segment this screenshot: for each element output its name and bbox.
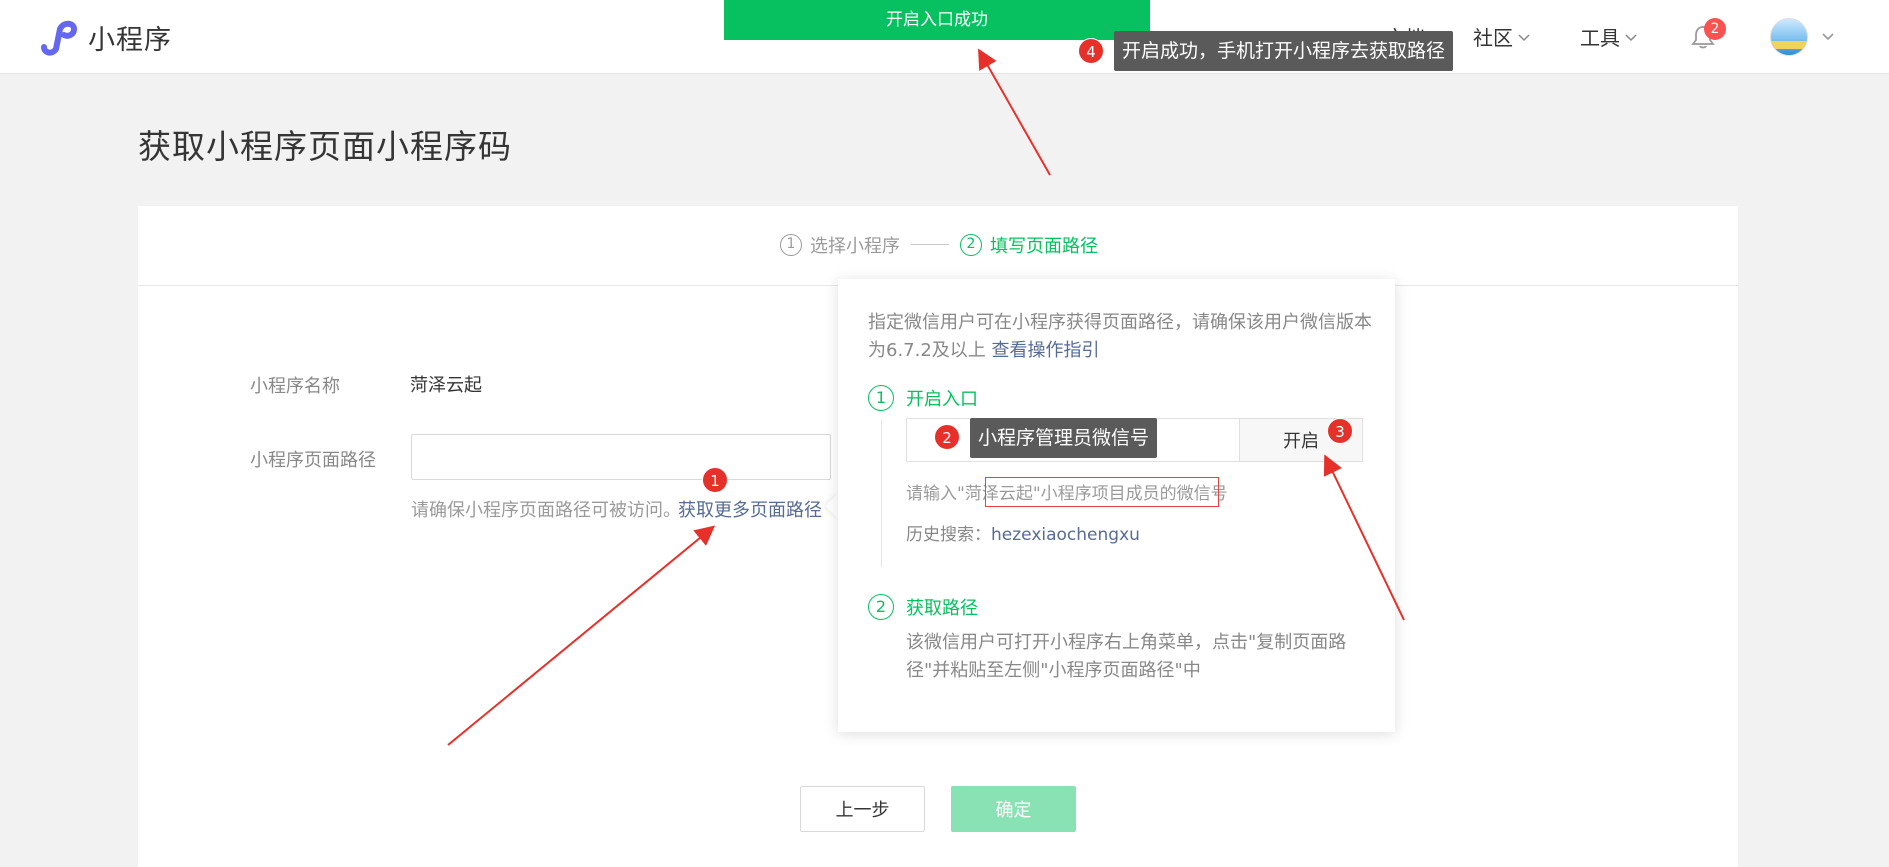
- page-path-label: 小程序页面路径: [250, 450, 376, 471]
- get-path-popover: 指定微信用户可在小程序获得页面路径，请确保该用户微信版本为6.7.2及以上 查看…: [838, 279, 1395, 732]
- page-title: 获取小程序页面小程序码: [138, 127, 512, 166]
- section-number: 2: [868, 594, 894, 620]
- previous-step-button[interactable]: 上一步: [800, 786, 925, 832]
- annotation-badge-4: 4: [1078, 38, 1104, 64]
- nav-community-label: 社区: [1473, 26, 1513, 50]
- get-more-paths-link[interactable]: 获取更多页面路径: [678, 496, 822, 522]
- tooltip-enable-success: 开启成功，手机打开小程序去获取路径: [1114, 31, 1454, 71]
- step-indicator: 1 选择小程序 2 填写页面路径: [138, 206, 1738, 286]
- history-label: 历史搜索：: [906, 525, 991, 545]
- step-select-miniprogram: 1 选择小程序: [780, 232, 900, 258]
- nav-tools-label: 工具: [1580, 26, 1620, 50]
- section-rail: [881, 419, 882, 567]
- annotation-badge-2: 2: [934, 424, 960, 450]
- nav-community[interactable]: 社区: [1473, 22, 1531, 51]
- page-path-input[interactable]: [411, 434, 831, 480]
- highlight-box: [985, 477, 1219, 507]
- step-number: 2: [960, 234, 982, 256]
- popover-description: 指定微信用户可在小程序获得页面路径，请确保该用户微信版本为6.7.2及以上 查看…: [868, 309, 1373, 365]
- section-enable-entry: 1 开启入口: [868, 385, 978, 411]
- confirm-button[interactable]: 确定: [951, 786, 1076, 832]
- logo[interactable]: 小程序: [36, 17, 172, 57]
- step-label: 选择小程序: [810, 236, 900, 257]
- nav-tools[interactable]: 工具: [1580, 22, 1638, 51]
- chevron-down-icon[interactable]: [1820, 28, 1836, 44]
- section-get-path: 2 获取路径: [868, 594, 978, 620]
- success-toast: 开启入口成功: [724, 0, 1150, 40]
- avatar[interactable]: [1770, 18, 1808, 56]
- chevron-down-icon: [1518, 33, 1530, 41]
- step-number: 1: [780, 234, 802, 256]
- history-item[interactable]: hezexiaochengxu: [991, 525, 1140, 545]
- search-history: 历史搜索：hezexiaochengxu: [906, 520, 1140, 545]
- step-fill-path: 2 填写页面路径: [960, 232, 1098, 258]
- annotation-badge-1: 1: [702, 467, 728, 493]
- section-number: 1: [868, 385, 894, 411]
- section-title: 开启入口: [906, 389, 978, 410]
- step-divider: [911, 244, 949, 245]
- page-path-hint: 请确保小程序页面路径可被访问。: [411, 500, 681, 521]
- logo-text: 小程序: [88, 24, 172, 56]
- notification-badge: 2: [1704, 18, 1726, 40]
- get-path-description: 该微信用户可打开小程序右上角菜单，点击"复制页面路径"并粘贴至左侧"小程序页面路…: [906, 632, 1347, 681]
- view-guide-link[interactable]: 查看操作指引: [992, 340, 1100, 361]
- miniprogram-name-label: 小程序名称: [250, 376, 340, 397]
- step-label: 填写页面路径: [990, 236, 1098, 257]
- popover-description-text: 指定微信用户可在小程序获得页面路径，请确保该用户微信版本为6.7.2及以上: [868, 312, 1372, 361]
- miniprogram-logo-icon: [41, 20, 78, 56]
- chevron-down-icon: [1625, 33, 1637, 41]
- miniprogram-name-value: 菏泽云起: [410, 375, 482, 396]
- annotation-badge-3: 3: [1327, 418, 1353, 444]
- tooltip-admin-wechat: 小程序管理员微信号: [970, 418, 1158, 458]
- avatar-band: [1771, 41, 1807, 49]
- section-title: 获取路径: [906, 598, 978, 619]
